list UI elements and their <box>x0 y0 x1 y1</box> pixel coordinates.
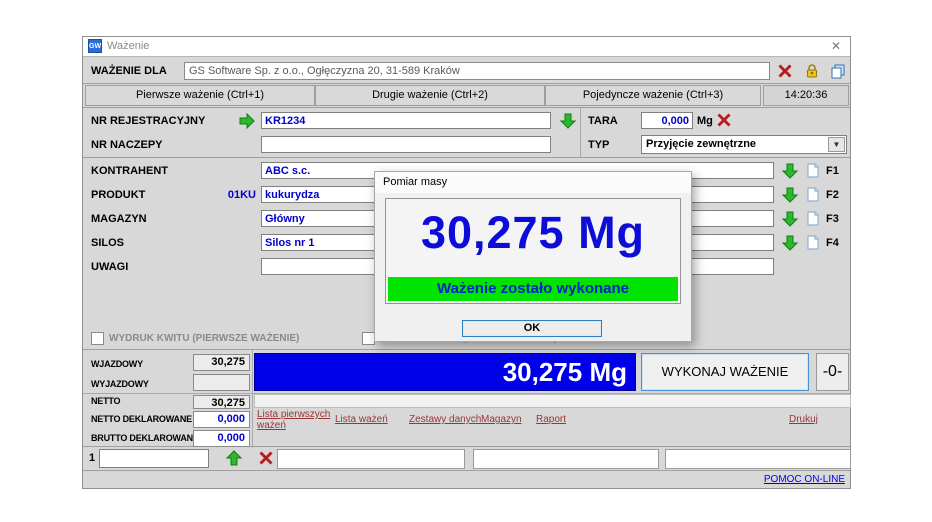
uwagi-label: UWAGI <box>91 261 128 273</box>
chevron-down-icon[interactable]: ▼ <box>828 137 845 152</box>
link-lista-pierwszych-wazen[interactable]: Lista pierwszych ważeń <box>257 409 343 431</box>
tara-unit-label: Mg <box>697 115 713 127</box>
document-icon[interactable] <box>807 211 819 226</box>
delete-row-icon[interactable] <box>258 450 274 466</box>
typ-label: TYP <box>588 139 609 151</box>
fkey-hint: F2 <box>826 189 839 201</box>
magazyn-label: MAGAZYN <box>91 213 147 225</box>
tab-first-weighing[interactable]: Pierwsze ważenie (Ctrl+1) <box>85 85 315 106</box>
copy-icon[interactable] <box>830 63 846 79</box>
document-icon[interactable] <box>807 235 819 250</box>
zero-button[interactable]: -0- <box>816 353 849 391</box>
fkey-hint: F4 <box>826 237 839 249</box>
secondary-display <box>254 394 851 408</box>
wyjazdowy-value <box>193 374 250 391</box>
arrow-down-icon[interactable] <box>782 163 798 179</box>
measured-weight: 30,275 Mg <box>386 207 680 259</box>
window-close-icon[interactable]: ✕ <box>831 39 841 53</box>
wyjazdowy-label: WYJAZDOWY <box>91 379 149 389</box>
typ-dropdown-value: Przyjęcie zewnętrzne <box>646 138 756 150</box>
netto-deklarowane-label: NETTO DEKLAROWANE <box>91 414 192 424</box>
link-lista-wazen[interactable]: Lista ważeń <box>335 414 388 425</box>
brutto-deklarowane-input[interactable]: 0,000 <box>193 430 250 447</box>
weight-display: 30,275 Mg <box>254 353 636 391</box>
reg-number-input[interactable] <box>261 112 551 129</box>
link-zestawy-danych[interactable]: Zestawy danych <box>409 414 481 425</box>
brutto-deklarowane-label: BRUTTO DEKLAROWANE <box>91 433 199 443</box>
fkey-hint: F3 <box>826 213 839 225</box>
company-field[interactable] <box>184 62 770 80</box>
arrow-up-icon[interactable] <box>226 450 242 466</box>
silos-label: SILOS <box>91 237 124 249</box>
arrow-down-icon[interactable] <box>782 211 798 227</box>
tab-single-weighing[interactable]: Pojedyncze ważenie (Ctrl+3) <box>545 85 761 106</box>
divider <box>252 350 253 448</box>
pomiar-masy-dialog: Pomiar masy 30,275 Mg Ważenie zostało wy… <box>374 171 692 342</box>
trailer-number-input[interactable] <box>261 136 551 153</box>
app-icon: GW <box>88 39 102 53</box>
link-magazyn[interactable]: Magazyn <box>481 414 522 425</box>
item-cell <box>665 449 851 469</box>
wazenie-window: GW Ważenie ✕ WAŻENIE DLA Pierwsze ważeni… <box>82 36 851 489</box>
item-cell <box>277 449 465 469</box>
kontrahent-label: KONTRAHENT <box>91 165 168 177</box>
link-raport[interactable]: Raport <box>536 414 566 425</box>
arrow-down-icon[interactable] <box>782 235 798 251</box>
ok-button[interactable]: OK <box>462 320 602 337</box>
trailer-number-label: NR NACZEPY <box>91 139 163 151</box>
lock-icon[interactable] <box>804 63 820 79</box>
arrow-down-icon[interactable] <box>782 187 798 203</box>
first-weighing-print-checkbox[interactable] <box>91 332 104 345</box>
tara-clear-icon[interactable] <box>716 112 732 128</box>
item-input[interactable] <box>99 449 209 468</box>
vertical-divider <box>580 108 581 158</box>
registration-area: NR REJESTRACYJNY NR NACZEPY TARA Mg TYP … <box>83 108 850 158</box>
arrow-down-icon[interactable] <box>560 113 576 129</box>
typ-dropdown[interactable]: Przyjęcie zewnętrzne ▼ <box>641 135 847 154</box>
tara-input[interactable] <box>641 112 693 129</box>
reg-number-label: NR REJESTRACYJNY <box>91 115 205 127</box>
item-row-number: 1 <box>89 452 95 464</box>
wjazdowy-label: WJAZDOWY <box>91 359 143 369</box>
measurement-panel: 30,275 Mg Ważenie zostało wykonane <box>385 198 681 304</box>
item-row: 1 <box>83 447 850 471</box>
status-banner: Ważenie zostało wykonane <box>388 277 678 301</box>
tara-label: TARA <box>588 115 618 127</box>
wazenie-dla-row: WAŻENIE DLA <box>83 56 850 84</box>
item-cell <box>473 449 659 469</box>
link-drukuj[interactable]: Drukuj <box>789 414 818 425</box>
arrow-right-icon <box>239 113 255 129</box>
document-icon[interactable] <box>807 163 819 178</box>
clock-display: 14:20:36 <box>763 85 849 106</box>
pomoc-online-link[interactable]: POMOC ON-LINE <box>764 474 845 485</box>
wazenie-dla-label: WAŻENIE DLA <box>91 65 167 77</box>
netto-label: NETTO <box>91 396 120 406</box>
wykonaj-wazenie-button[interactable]: WYKONAJ WAŻENIE <box>641 353 809 391</box>
window-title: Ważenie <box>107 40 149 52</box>
dialog-title: Pomiar masy <box>375 172 691 193</box>
tab-second-weighing[interactable]: Drugie ważenie (Ctrl+2) <box>315 85 545 106</box>
wjazdowy-value: 30,275 <box>193 354 250 371</box>
produkt-label: PRODUKT <box>91 189 145 201</box>
first-weighing-print-label: WYDRUK KWITU (PIERWSZE WAŻENIE) <box>109 333 299 344</box>
netto-value: 30,275 <box>193 395 250 409</box>
netto-deklarowane-input[interactable]: 0,000 <box>193 411 250 428</box>
fkey-hint: F1 <box>826 165 839 177</box>
cancel-icon[interactable] <box>777 63 793 79</box>
tab-strip: Pierwsze ważenie (Ctrl+1) Drugie ważenie… <box>83 84 850 108</box>
produkt-code: 01KU <box>199 189 256 201</box>
document-icon[interactable] <box>807 187 819 202</box>
title-bar: GW Ważenie ✕ <box>83 37 850 56</box>
